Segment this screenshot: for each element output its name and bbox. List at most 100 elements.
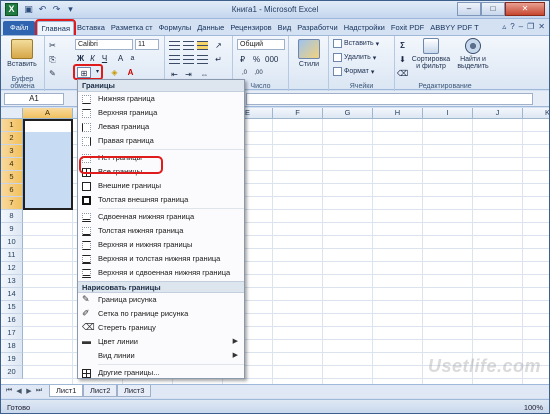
workbook-close-icon[interactable]: ✕: [538, 22, 545, 31]
tab-foxit-pdf[interactable]: Foxit PDF: [388, 21, 427, 35]
menu-item-draw-border[interactable]: ✎ Граница рисунка: [78, 293, 244, 307]
minimize-icon[interactable]: –: [457, 2, 481, 16]
align-bottom-icon[interactable]: [197, 41, 208, 50]
minimize-ribbon-icon[interactable]: ▵: [502, 22, 506, 31]
font-color-icon[interactable]: A: [125, 67, 136, 78]
active-cell[interactable]: [25, 121, 71, 132]
orientation-icon[interactable]: ↗: [213, 40, 224, 51]
row-header[interactable]: 3: [1, 145, 23, 158]
first-sheet-icon[interactable]: ⏮: [5, 387, 13, 395]
column-header[interactable]: I: [423, 108, 473, 119]
tab-developer[interactable]: Разработчи: [294, 21, 340, 35]
tab-addins[interactable]: Надстройки: [341, 21, 388, 35]
menu-item-top-border[interactable]: Верхняя граница: [78, 106, 244, 120]
menu-item-top-double-bottom-border[interactable]: Верхняя и сдвоенная нижняя граница: [78, 266, 244, 280]
bold-icon[interactable]: Ж: [75, 53, 86, 64]
tab-review[interactable]: Рецензиров: [227, 21, 274, 35]
cut-icon[interactable]: ✂: [47, 40, 58, 51]
currency-icon[interactable]: ₽: [237, 54, 248, 65]
sort-filter-button[interactable]: Сортировка и фильтр: [411, 38, 451, 70]
tab-insert[interactable]: Вставка: [74, 21, 108, 35]
number-format-select[interactable]: Общий: [237, 39, 285, 50]
fill-icon[interactable]: ⬇: [397, 54, 408, 65]
tab-file[interactable]: Файл: [3, 21, 36, 35]
menu-item-thick-bottom-border[interactable]: Толстая нижняя граница: [78, 224, 244, 238]
tab-page-layout[interactable]: Разметка ст: [108, 21, 156, 35]
row-header[interactable]: 5: [1, 171, 23, 184]
row-header[interactable]: 10: [1, 236, 23, 249]
percent-icon[interactable]: %: [251, 54, 262, 65]
menu-item-line-style[interactable]: Вид линии ▶: [78, 349, 244, 363]
menu-item-right-border[interactable]: Правая граница: [78, 134, 244, 148]
menu-item-outside-borders[interactable]: Внешние границы: [78, 179, 244, 193]
font-size-select[interactable]: 11: [135, 39, 159, 50]
last-sheet-icon[interactable]: ⏭: [35, 387, 43, 395]
name-box[interactable]: A1: [4, 93, 64, 105]
row-header[interactable]: 9: [1, 223, 23, 236]
column-header[interactable]: K: [523, 108, 549, 119]
row-header[interactable]: 14: [1, 288, 23, 301]
menu-item-bottom-border[interactable]: Нижняя граница: [78, 92, 244, 106]
row-header[interactable]: 18: [1, 340, 23, 353]
row-header[interactable]: 12: [1, 262, 23, 275]
row-header[interactable]: 13: [1, 275, 23, 288]
workbook-restore-icon[interactable]: ❐: [527, 22, 534, 31]
row-header[interactable]: 20: [1, 366, 23, 379]
fill-color-icon[interactable]: ◈: [109, 67, 120, 78]
menu-item-top-bottom-border[interactable]: Верхняя и нижняя границы: [78, 238, 244, 252]
comma-style-icon[interactable]: 000: [265, 54, 278, 65]
row-header[interactable]: 7: [1, 197, 23, 210]
row-header[interactable]: 19: [1, 353, 23, 366]
row-header[interactable]: 16: [1, 314, 23, 327]
row-header[interactable]: 17: [1, 327, 23, 340]
styles-button[interactable]: Стили: [293, 39, 325, 68]
format-painter-icon[interactable]: ✎: [47, 68, 58, 79]
grow-font-icon[interactable]: A: [115, 53, 126, 64]
sheet-tab-1[interactable]: Лист1: [49, 385, 84, 397]
column-header[interactable]: G: [323, 108, 373, 119]
row-header[interactable]: 15: [1, 301, 23, 314]
align-top-icon[interactable]: [169, 41, 180, 50]
insert-cells-button[interactable]: Вставить ▾: [333, 39, 379, 48]
menu-item-draw-border-grid[interactable]: ✐ Сетка по границе рисунка: [78, 307, 244, 321]
copy-icon[interactable]: ⎘: [47, 54, 58, 65]
row-header[interactable]: 1: [1, 119, 23, 132]
increase-decimal-icon[interactable]: ,0: [239, 68, 250, 79]
wrap-text-icon[interactable]: ↵: [213, 54, 224, 65]
column-header[interactable]: A: [23, 108, 73, 119]
align-middle-icon[interactable]: [183, 41, 194, 50]
row-header[interactable]: 8: [1, 210, 23, 223]
menu-item-top-thick-bottom-border[interactable]: Верхняя и толстая нижняя граница: [78, 252, 244, 266]
align-right-icon[interactable]: [197, 55, 208, 64]
font-name-select[interactable]: Calibri: [75, 39, 133, 50]
menu-item-double-bottom-border[interactable]: Сдвоенная нижняя граница: [78, 210, 244, 224]
close-icon[interactable]: ✕: [505, 2, 545, 16]
column-header[interactable]: F: [273, 108, 323, 119]
row-header[interactable]: 11: [1, 249, 23, 262]
format-cells-button[interactable]: Формат ▾: [333, 67, 374, 76]
align-center-icon[interactable]: [183, 55, 194, 64]
shrink-font-icon[interactable]: a: [127, 53, 138, 64]
find-select-button[interactable]: Найти и выделить: [453, 38, 493, 70]
next-sheet-icon[interactable]: ▶: [25, 387, 33, 395]
tab-abbyy-pdf[interactable]: ABBYY PDF T: [427, 21, 482, 35]
paste-button[interactable]: Вставить: [5, 39, 39, 68]
column-header[interactable]: J: [473, 108, 523, 119]
workbook-minimize-icon[interactable]: –: [519, 22, 523, 31]
underline-icon[interactable]: Ч: [99, 53, 110, 64]
tab-home[interactable]: Главная: [35, 19, 76, 39]
tab-view[interactable]: Вид: [275, 21, 295, 35]
sheet-tab-3[interactable]: Лист3: [117, 385, 152, 397]
tab-formulas[interactable]: Формулы: [156, 21, 195, 35]
column-header[interactable]: H: [373, 108, 423, 119]
menu-item-line-color[interactable]: ▬ Цвет линии ▶: [78, 335, 244, 349]
delete-cells-button[interactable]: Удалить ▾: [333, 53, 376, 62]
formula-input[interactable]: [246, 93, 533, 105]
decrease-decimal-icon[interactable]: ,00: [253, 68, 264, 79]
clear-icon[interactable]: ⌫: [397, 68, 408, 79]
menu-item-thick-box-border[interactable]: Толстая внешняя граница: [78, 193, 244, 207]
autosum-icon[interactable]: Σ: [397, 40, 408, 51]
row-header[interactable]: 4: [1, 158, 23, 171]
sheet-tab-2[interactable]: Лист2: [83, 385, 118, 397]
menu-item-more-borders[interactable]: Другие границы...: [78, 366, 244, 380]
